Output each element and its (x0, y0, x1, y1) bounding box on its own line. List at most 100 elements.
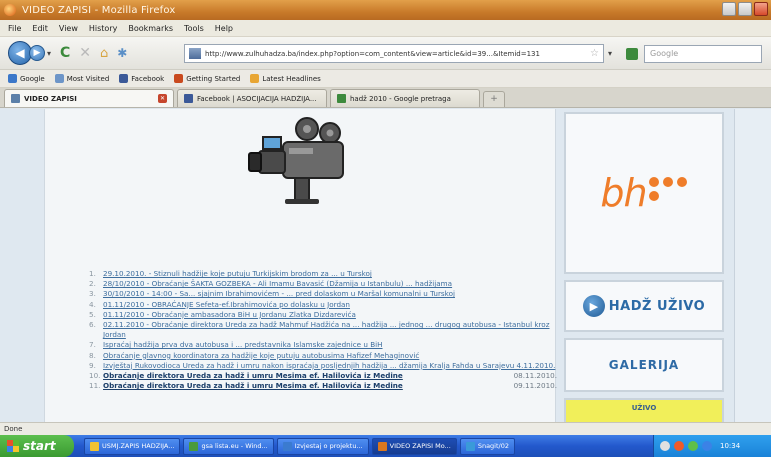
taskbar-item-label: Snagit/02 (477, 442, 509, 450)
tray-network-icon[interactable] (660, 441, 670, 451)
tray-app-icon[interactable] (674, 441, 684, 451)
video-link[interactable]: Obraćanje direktora Ureda za hadž i umru… (103, 381, 510, 391)
live-label: UŽIVO (631, 404, 657, 412)
bookmark-label: Latest Headlines (262, 74, 321, 83)
stop-icon[interactable]: ✕ (79, 45, 91, 61)
start-button[interactable]: start (0, 435, 74, 457)
address-text[interactable]: http://www.zulhuhadza.ba/index.php?optio… (205, 50, 540, 58)
video-list-item: 9. Izvještaj Rukovodioca Ureda za hadž i … (89, 361, 557, 371)
video-list-item: 8. Obraćanje glavnog koordinatora za hadž… (89, 351, 557, 361)
browser-tab[interactable]: hadž 2010 - Google pretraga (330, 89, 480, 107)
menu-bar: File Edit View History Bookmarks Tools H… (0, 20, 771, 37)
history-dropdown-icon[interactable]: ▾ (47, 49, 51, 58)
bh-logo-text: bh (600, 171, 647, 215)
video-link[interactable]: 28/10/2010 - Obraćanje ŠAKTA GOZBEKA - A… (103, 279, 557, 289)
list-number: 7. (89, 340, 96, 350)
maximize-button[interactable] (738, 2, 752, 16)
taskbar-app-icon (189, 441, 199, 451)
menu-view[interactable]: View (59, 24, 78, 33)
taskbar-items: USMJ.ZAPIS HADZIJA... gsa lista.eu - Wind… (84, 437, 515, 455)
video-list-item: 7. Ispraćaj hadžija prva dva autobusa i .… (89, 340, 557, 350)
taskbar-app-icon (465, 441, 475, 451)
bookmark-page-icon[interactable]: ✱ (117, 46, 127, 60)
video-link[interactable]: Izvještaj Rukovodioca Ureda za hadž i um… (103, 361, 557, 371)
video-link[interactable]: Ispraćaj hadžija prva dva autobusa i ...… (103, 340, 557, 350)
taskbar-item[interactable]: VIDEO ZAPISI Mo... (371, 437, 457, 455)
taskbar-item-label: Izvjestaj o projektu... (294, 442, 363, 450)
menu-file[interactable]: File (8, 24, 21, 33)
bookmark-item[interactable]: Google (8, 74, 45, 83)
list-number: 1. (89, 269, 96, 278)
video-link[interactable]: 01.11/2010 - OBRAĆANJE Sefeta-ef.Ibrahim… (103, 300, 557, 310)
bookmark-item[interactable]: Getting Started (174, 74, 240, 83)
gallery-banner[interactable]: GALERIJA (564, 338, 724, 392)
video-link[interactable]: 30/10/2010 - 14:00 - Sa... sjajnim Ibrah… (103, 289, 557, 299)
site-favicon (189, 48, 201, 59)
taskbar-item-label: USMJ.ZAPIS HADZIJA... (102, 442, 175, 450)
bookmark-icon (8, 74, 17, 83)
reload-icon[interactable]: C (60, 45, 70, 61)
hadz-live-banner[interactable]: ▶ HADŽ UŽIVO (564, 280, 724, 332)
video-link[interactable]: 01.11/2010 - Obraćanje ambasadora BiH u … (103, 310, 557, 320)
taskbar: start USMJ.ZAPIS HADZIJA... gsa lista.eu … (0, 435, 771, 457)
browser-tab[interactable]: VIDEO ZAPISI ✕ (4, 89, 174, 107)
video-list-item: 6. 02.11.2010 - Obraćanje direktora Ureda… (89, 320, 557, 340)
main-column: 1. 29.10.2010. - Stiznuli hadžije koje pu… (44, 109, 557, 422)
video-link[interactable]: 02.11.2010 - Obraćanje direktora Ureda z… (103, 320, 557, 340)
video-list-item: 10. Obraćanje direktora Ureda za hadž i u… (89, 371, 557, 381)
bookmark-icon (250, 74, 260, 83)
menu-history[interactable]: History (89, 24, 117, 33)
video-list-item: 5. 01.11/2010 - Obraćanje ambasadora BiH … (89, 310, 557, 320)
taskbar-app-icon (90, 441, 99, 451)
list-number: 9. (89, 360, 96, 370)
address-bar[interactable]: http://www.zulhuhadza.ba/index.php?optio… (184, 44, 604, 63)
live-banner[interactable]: UŽIVO (564, 398, 724, 422)
tab-label: VIDEO ZAPISI (24, 94, 77, 103)
bookmark-item[interactable]: Latest Headlines (250, 74, 321, 83)
page-right-margin (734, 109, 771, 422)
window-controls (722, 2, 768, 16)
video-date: 08.11.2010. (513, 371, 557, 381)
list-number: 8. (89, 350, 96, 360)
bookmark-icon (54, 74, 64, 83)
forward-arrow-icon: ▶ (33, 48, 41, 58)
taskbar-item-label: VIDEO ZAPISI Mo... (389, 442, 451, 450)
browser-tab[interactable]: Facebook | ASOCIJACIJA HADŽIJA... (177, 89, 327, 107)
bh-telecom-banner[interactable]: bh (564, 112, 724, 274)
title-bar: VIDEO ZAPISI - Mozilla Firefox (0, 0, 771, 20)
menu-tools[interactable]: Tools (184, 24, 204, 33)
menu-help[interactable]: Help (215, 24, 233, 33)
video-link[interactable]: Obraćanje direktora Ureda za hadž i umru… (103, 371, 510, 381)
minimize-button[interactable] (722, 2, 736, 16)
close-button[interactable] (754, 2, 768, 16)
bookmark-item[interactable]: Facebook (119, 74, 164, 83)
video-link[interactable]: Obraćanje glavnog koordinatora za hadžij… (103, 351, 557, 361)
tray-volume-icon[interactable] (702, 441, 712, 451)
menu-bookmarks[interactable]: Bookmarks (128, 24, 173, 33)
tray-security-icon[interactable] (688, 441, 698, 451)
firefox-icon (4, 4, 16, 16)
video-link[interactable]: 29.10.2010. - Stiznuli hadžije koje putu… (103, 269, 557, 279)
url-dropdown-icon[interactable]: ▾ (608, 49, 612, 58)
list-number: 5. (89, 309, 96, 319)
gallery-label: GALERIJA (608, 358, 680, 372)
menu-edit[interactable]: Edit (32, 24, 48, 33)
forward-button[interactable]: ▶ (29, 45, 45, 61)
home-icon[interactable]: ⌂ (100, 46, 108, 61)
taskbar-item[interactable]: Snagit/02 (459, 437, 515, 455)
taskbar-item[interactable]: gsa lista.eu - Wind... (183, 437, 274, 455)
taskbar-item[interactable]: USMJ.ZAPIS HADZIJA... (84, 437, 181, 455)
video-list: 1. 29.10.2010. - Stiznuli hadžije koje pu… (89, 269, 557, 391)
tab-favicon (337, 94, 346, 103)
star-icon[interactable]: ☆ (590, 48, 599, 59)
new-tab-button[interactable]: + (483, 91, 505, 107)
taskbar-item[interactable]: Izvjestaj o projektu... (276, 437, 369, 455)
search-engine-icon[interactable] (626, 48, 638, 60)
list-number: 2. (89, 279, 96, 289)
bookmark-label: Facebook (131, 74, 165, 83)
window-title: VIDEO ZAPISI - Mozilla Firefox (22, 4, 176, 16)
tab-close-icon[interactable]: ✕ (158, 94, 167, 103)
bh-logo-dots (648, 176, 688, 202)
search-input[interactable]: Google (644, 45, 762, 63)
bookmark-item[interactable]: Most Visited (54, 74, 109, 83)
